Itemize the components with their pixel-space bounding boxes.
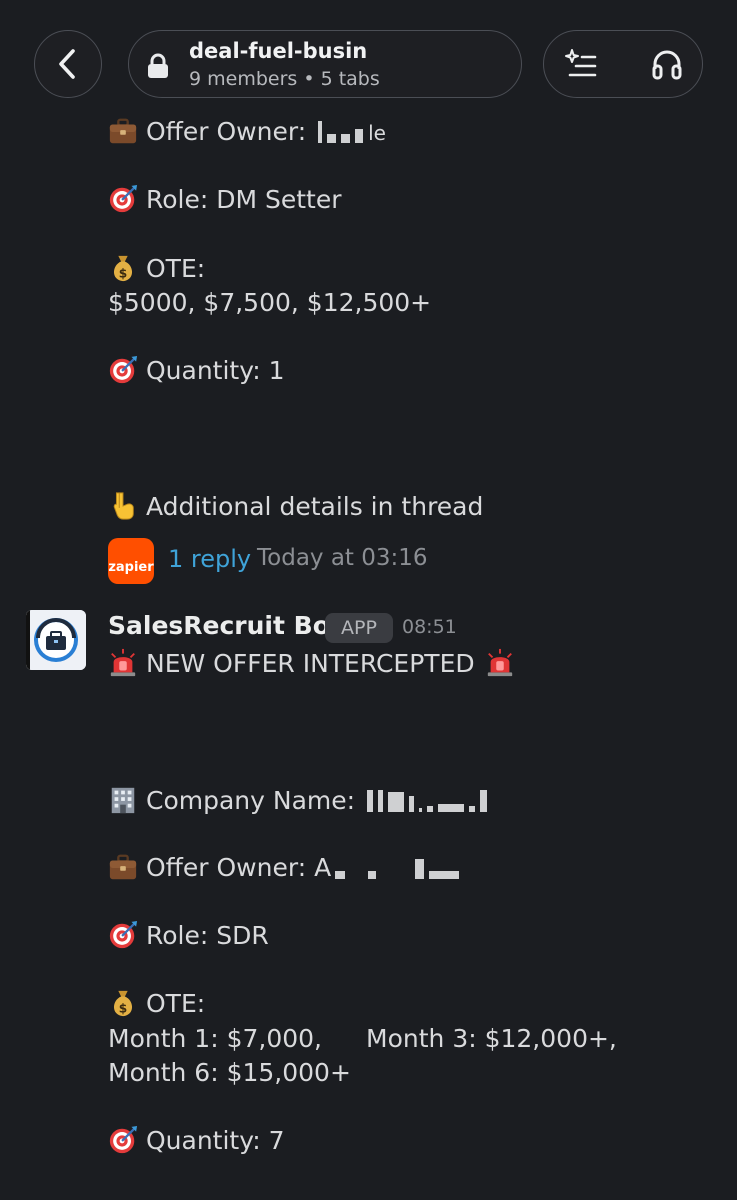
headline: NEW OFFER INTERCEPTED xyxy=(108,648,515,680)
message-time: 08:51 xyxy=(402,616,457,638)
target-icon xyxy=(108,920,138,950)
channel-header[interactable]: deal-fuel-busin 9 members • 5 tabs xyxy=(128,30,522,98)
role-line: Role: SDR xyxy=(108,920,269,952)
money-bag-icon xyxy=(108,253,138,283)
zapier-avatar[interactable]: zapier xyxy=(108,538,154,584)
briefcase-icon xyxy=(108,116,138,146)
siren-icon xyxy=(108,648,138,678)
robot-icon xyxy=(26,610,86,670)
ote-values-line1: Month 1: $7,000, Month 3: $12,000+, xyxy=(108,1024,617,1053)
money-bag-icon xyxy=(108,988,138,1018)
back-button[interactable] xyxy=(34,30,102,98)
ote-values: $5000, $7,500, $12,500+ xyxy=(108,288,432,317)
ote-values-line2: Month 6: $15,000+ xyxy=(108,1058,351,1087)
chevron-left-icon xyxy=(59,49,75,79)
target-icon xyxy=(108,184,138,214)
headphones-icon[interactable] xyxy=(650,47,684,81)
channel-name: deal-fuel-busin xyxy=(189,39,368,63)
channel-meta: 9 members • 5 tabs xyxy=(189,68,380,90)
office-building-icon xyxy=(108,785,138,815)
ote-label: OTE: xyxy=(108,988,205,1020)
sparkle-list-icon[interactable] xyxy=(564,48,598,80)
redacted-text xyxy=(335,855,464,887)
bot-avatar[interactable] xyxy=(26,610,86,670)
offer-owner-line: Offer Owner: A xyxy=(108,852,464,887)
briefcase-icon xyxy=(108,852,138,882)
quantity-line: Quantity: 7 xyxy=(108,1125,285,1157)
header-actions xyxy=(543,30,703,98)
redacted-text xyxy=(318,119,368,151)
thread-reply-link[interactable]: 1 reply xyxy=(168,545,251,573)
ote-label: OTE: xyxy=(108,253,205,285)
point-down-icon xyxy=(108,491,138,521)
sender-name[interactable]: SalesRecruit Bot xyxy=(108,611,342,640)
last-reply-time: Today at 03:16 xyxy=(257,545,428,571)
target-icon xyxy=(108,355,138,385)
company-line: Company Name: xyxy=(108,785,492,820)
offer-owner-line: Offer Owner: le xyxy=(108,116,386,151)
siren-icon xyxy=(485,648,515,678)
app-badge: APP xyxy=(325,613,393,643)
target-icon xyxy=(108,1125,138,1155)
thread-note: Additional details in thread xyxy=(108,491,483,523)
redacted-text xyxy=(367,788,492,820)
role-line: Role: DM Setter xyxy=(108,184,342,216)
quantity-line: Quantity: 1 xyxy=(108,355,285,387)
lock-icon xyxy=(148,53,168,78)
